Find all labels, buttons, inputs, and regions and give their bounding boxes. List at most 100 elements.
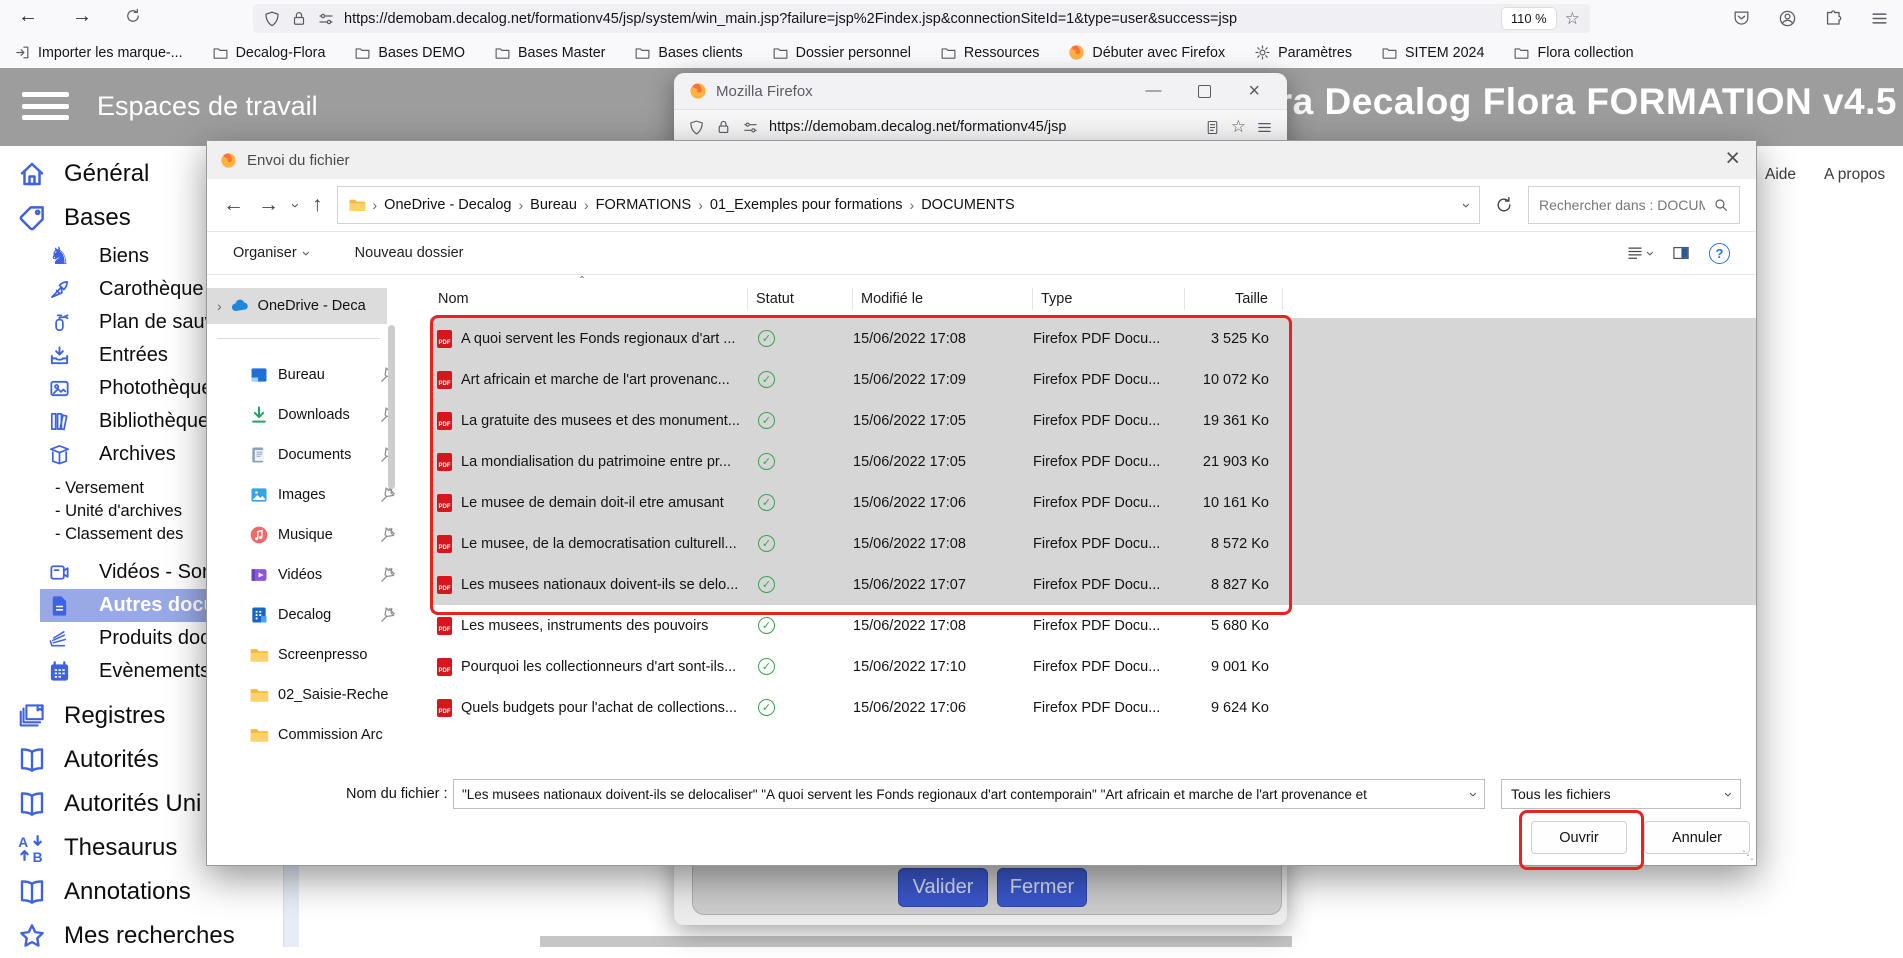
minimize-icon[interactable]: — (1145, 82, 1161, 100)
home-icon (17, 159, 47, 189)
shield-icon[interactable] (263, 10, 281, 28)
extension-icon[interactable] (1824, 9, 1843, 28)
bookmark-sitem-2024[interactable]: SITEM 2024 (1381, 44, 1484, 61)
help-link[interactable]: Aide (1765, 166, 1796, 184)
bookmark-star-icon[interactable]: ☆ (1565, 9, 1580, 29)
sidebar-item-mes-recherches[interactable]: Mes recherches (0, 914, 300, 958)
music-icon (249, 525, 269, 545)
column-header-taille[interactable]: Taille (1185, 288, 1283, 310)
file-row[interactable]: PDFLe musee, de la democratisation cultu… (430, 523, 1756, 564)
file-row[interactable]: PDFLa gratuite des musees et des monumen… (430, 400, 1756, 441)
close-button[interactable]: Fermer (997, 868, 1087, 907)
chevron-down-icon[interactable]: › (1459, 203, 1474, 208)
filename-input[interactable]: "Les musees nationaux doivent-ils se del… (453, 779, 1485, 809)
address-bar[interactable]: https://demobam.decalog.net/formationv45… (253, 4, 1590, 33)
folder-icon (494, 44, 511, 61)
up-icon[interactable]: ↑ (312, 193, 323, 217)
reload-icon[interactable] (124, 7, 142, 31)
pin-icon (378, 525, 398, 545)
lock-icon[interactable] (290, 10, 308, 28)
menu-icon[interactable] (1870, 9, 1889, 28)
bookmark-d-buter-avec-firefox[interactable]: Débuter avec Firefox (1068, 44, 1225, 61)
bookmark-bases-clients[interactable]: Bases clients (634, 44, 742, 61)
validate-button[interactable]: Valider (898, 868, 988, 907)
filetype-select[interactable]: Tous les fichiers › (1501, 779, 1741, 809)
chevron-right-icon: › (584, 197, 589, 213)
bookmark-star-icon[interactable]: ☆ (1231, 117, 1246, 137)
maximize-icon[interactable] (1198, 85, 1211, 98)
bookmark-decalog-flora[interactable]: Decalog-Flora (212, 44, 326, 61)
view-list-button[interactable]: › (1626, 244, 1653, 262)
back-icon[interactable]: ← (18, 5, 38, 28)
cloud-icon (230, 296, 250, 316)
tree-scrollbar[interactable] (388, 325, 395, 489)
breadcrumb-onedrive-decalog[interactable]: OneDrive - Decalog (384, 197, 511, 213)
help-icon[interactable]: ? (1709, 243, 1730, 264)
column-header-nom[interactable]: Nom (430, 288, 748, 310)
breadcrumb[interactable]: ›OneDrive - Decalog›Bureau›FORMATIONS›01… (337, 186, 1481, 224)
tree-item-screenpresso[interactable]: Screenpresso (207, 635, 424, 675)
pin-icon (378, 605, 398, 625)
tree-item-commission-arc[interactable]: Commission Arc (207, 715, 424, 755)
bookmark-flora-collection[interactable]: Flora collection (1513, 44, 1633, 61)
zoom-badge[interactable]: 110 % (1502, 8, 1556, 29)
preview-pane-icon[interactable] (1671, 243, 1691, 263)
dialog-titlebar[interactable]: Envoi du fichier (207, 141, 1756, 179)
account-icon[interactable] (1778, 9, 1797, 28)
column-header-type[interactable]: Type (1033, 288, 1185, 310)
import-icon (14, 44, 31, 61)
back-icon[interactable]: ← (223, 193, 244, 217)
bookmark-bases-demo[interactable]: Bases DEMO (354, 44, 465, 61)
bookmark-bases-master[interactable]: Bases Master (494, 44, 605, 61)
breadcrumb-bureau[interactable]: Bureau (530, 197, 577, 213)
file-row[interactable]: PDFLes musees nationaux doivent-ils se d… (430, 564, 1756, 605)
about-link[interactable]: A propos (1824, 166, 1885, 184)
cancel-button[interactable]: Annuler (1644, 821, 1750, 854)
open-button[interactable]: Ouvrir (1531, 821, 1627, 854)
tree-item-musique[interactable]: Musique (207, 515, 424, 555)
bookmark-importer-les-marque[interactable]: Importer les marque-... (14, 44, 183, 61)
column-header-statut[interactable]: Statut (748, 288, 853, 310)
permissions-icon[interactable] (317, 10, 335, 28)
file-row[interactable]: PDFLa mondialisation du patrimoine entre… (430, 441, 1756, 482)
tree-item-onedrive-deca[interactable]: ›OneDrive - Deca (207, 288, 387, 324)
organize-button[interactable]: Organiser› (233, 245, 309, 261)
breadcrumb-documents[interactable]: DOCUMENTS (921, 197, 1014, 213)
tag-icon (17, 203, 47, 233)
history-chevron-icon[interactable]: › (288, 203, 303, 208)
close-icon[interactable]: × (1248, 80, 1260, 103)
breadcrumb-01-exemples-pour-formations[interactable]: 01_Exemples pour formations (710, 197, 903, 213)
search-input[interactable]: Rechercher dans : DOCUME... (1528, 186, 1740, 224)
file-row[interactable]: PDFLe musee de demain doit-il etre amusa… (430, 482, 1756, 523)
bookmark-param-tres[interactable]: Paramètres (1254, 44, 1352, 61)
resize-grip[interactable]: ⋱ (1742, 848, 1753, 862)
forward-icon[interactable]: → (258, 193, 279, 217)
sidebar-item-annotations[interactable]: Annotations (0, 870, 300, 914)
file-row[interactable]: PDFQuels budgets pour l'achat de collect… (430, 687, 1756, 728)
popup-address-bar[interactable]: https://demobam.decalog.net/formationv45… (674, 109, 1287, 144)
file-row[interactable]: PDFLes musees, instruments des pouvoirs … (430, 605, 1756, 646)
new-folder-button[interactable]: Nouveau dossier (355, 245, 464, 261)
file-row[interactable]: PDFArt africain et marche de l'art prove… (430, 359, 1756, 400)
pocket-icon[interactable] (1732, 9, 1751, 28)
bookmark-ressources[interactable]: Ressources (940, 44, 1040, 61)
folder-icon (940, 44, 957, 61)
column-header-modifi-le[interactable]: Modifié le (853, 288, 1033, 310)
popup-titlebar[interactable]: Mozilla Firefox — × (674, 73, 1287, 109)
shield-icon (688, 119, 705, 136)
tree-item-vid-os[interactable]: Vidéos (207, 555, 424, 595)
file-row[interactable]: PDFA quoi servent les Fonds regionaux d'… (430, 318, 1756, 359)
forward-icon[interactable]: → (72, 5, 92, 28)
tree-item-02-saisie-reche[interactable]: 02_Saisie-Reche (207, 675, 424, 715)
close-icon[interactable]: × (1725, 144, 1740, 173)
menu-icon[interactable] (1256, 119, 1273, 136)
tree-item-decalog[interactable]: Decalog (207, 595, 424, 635)
file-row[interactable]: PDFPourquoi les collectionneurs d'art so… (430, 646, 1756, 687)
breadcrumb-formations[interactable]: FORMATIONS (596, 197, 692, 213)
refresh-icon[interactable] (1494, 195, 1514, 215)
reader-icon[interactable] (1204, 119, 1221, 136)
bookmark-dossier-personnel[interactable]: Dossier personnel (772, 44, 911, 61)
app-menu-icon[interactable] (22, 92, 69, 120)
expander-icon[interactable]: › (217, 298, 222, 314)
knight-icon: ♞ (48, 245, 71, 268)
